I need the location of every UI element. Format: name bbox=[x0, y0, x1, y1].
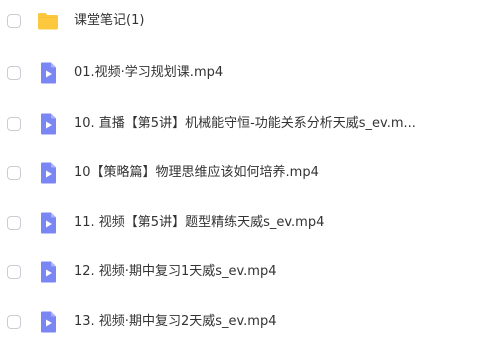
video-file-icon bbox=[37, 62, 59, 84]
video-file-icon bbox=[37, 113, 59, 135]
row-checkbox[interactable] bbox=[7, 14, 21, 28]
file-name: 12. 视频·期中复习1天威s_ev.mp4 bbox=[74, 264, 277, 279]
file-row-video[interactable]: 12. 视频·期中复习1天威s_ev.mp4 bbox=[0, 252, 481, 292]
file-list: 课堂笔记(1) 01.视频·学习规划课.mp4 10. 直播【第5讲】机械能守恒… bbox=[0, 0, 481, 333]
file-row-video[interactable]: 10【策略篇】物理思维应该如何培养.mp4 bbox=[0, 153, 481, 193]
file-name: 10【策略篇】物理思维应该如何培养.mp4 bbox=[74, 165, 319, 180]
video-file-icon bbox=[37, 311, 59, 333]
file-row-video[interactable]: 10. 直播【第5讲】机械能守恒-功能关系分析天威s_ev.m... bbox=[0, 104, 481, 144]
file-name: 10. 直播【第5讲】机械能守恒-功能关系分析天威s_ev.m... bbox=[74, 116, 416, 131]
video-file-icon bbox=[37, 261, 59, 283]
file-name: 课堂笔记(1) bbox=[74, 13, 145, 28]
row-checkbox[interactable] bbox=[7, 166, 21, 180]
video-file-icon bbox=[37, 212, 59, 234]
file-name: 11. 视频【第5讲】题型精练天威s_ev.mp4 bbox=[74, 215, 325, 230]
file-name: 01.视频·学习规划课.mp4 bbox=[74, 65, 224, 80]
video-file-icon bbox=[37, 162, 59, 184]
file-row-folder[interactable]: 课堂笔记(1) bbox=[0, 1, 481, 41]
row-checkbox[interactable] bbox=[7, 117, 21, 131]
row-checkbox[interactable] bbox=[7, 315, 21, 329]
row-checkbox[interactable] bbox=[7, 216, 21, 230]
file-row-video[interactable]: 11. 视频【第5讲】题型精练天威s_ev.mp4 bbox=[0, 203, 481, 243]
file-row-video[interactable]: 01.视频·学习规划课.mp4 bbox=[0, 53, 481, 93]
folder-icon bbox=[37, 10, 59, 32]
row-checkbox[interactable] bbox=[7, 66, 21, 80]
file-name: 13. 视频·期中复习2天威s_ev.mp4 bbox=[74, 314, 277, 329]
row-checkbox[interactable] bbox=[7, 265, 21, 279]
file-row-video[interactable]: 13. 视频·期中复习2天威s_ev.mp4 bbox=[0, 302, 481, 342]
